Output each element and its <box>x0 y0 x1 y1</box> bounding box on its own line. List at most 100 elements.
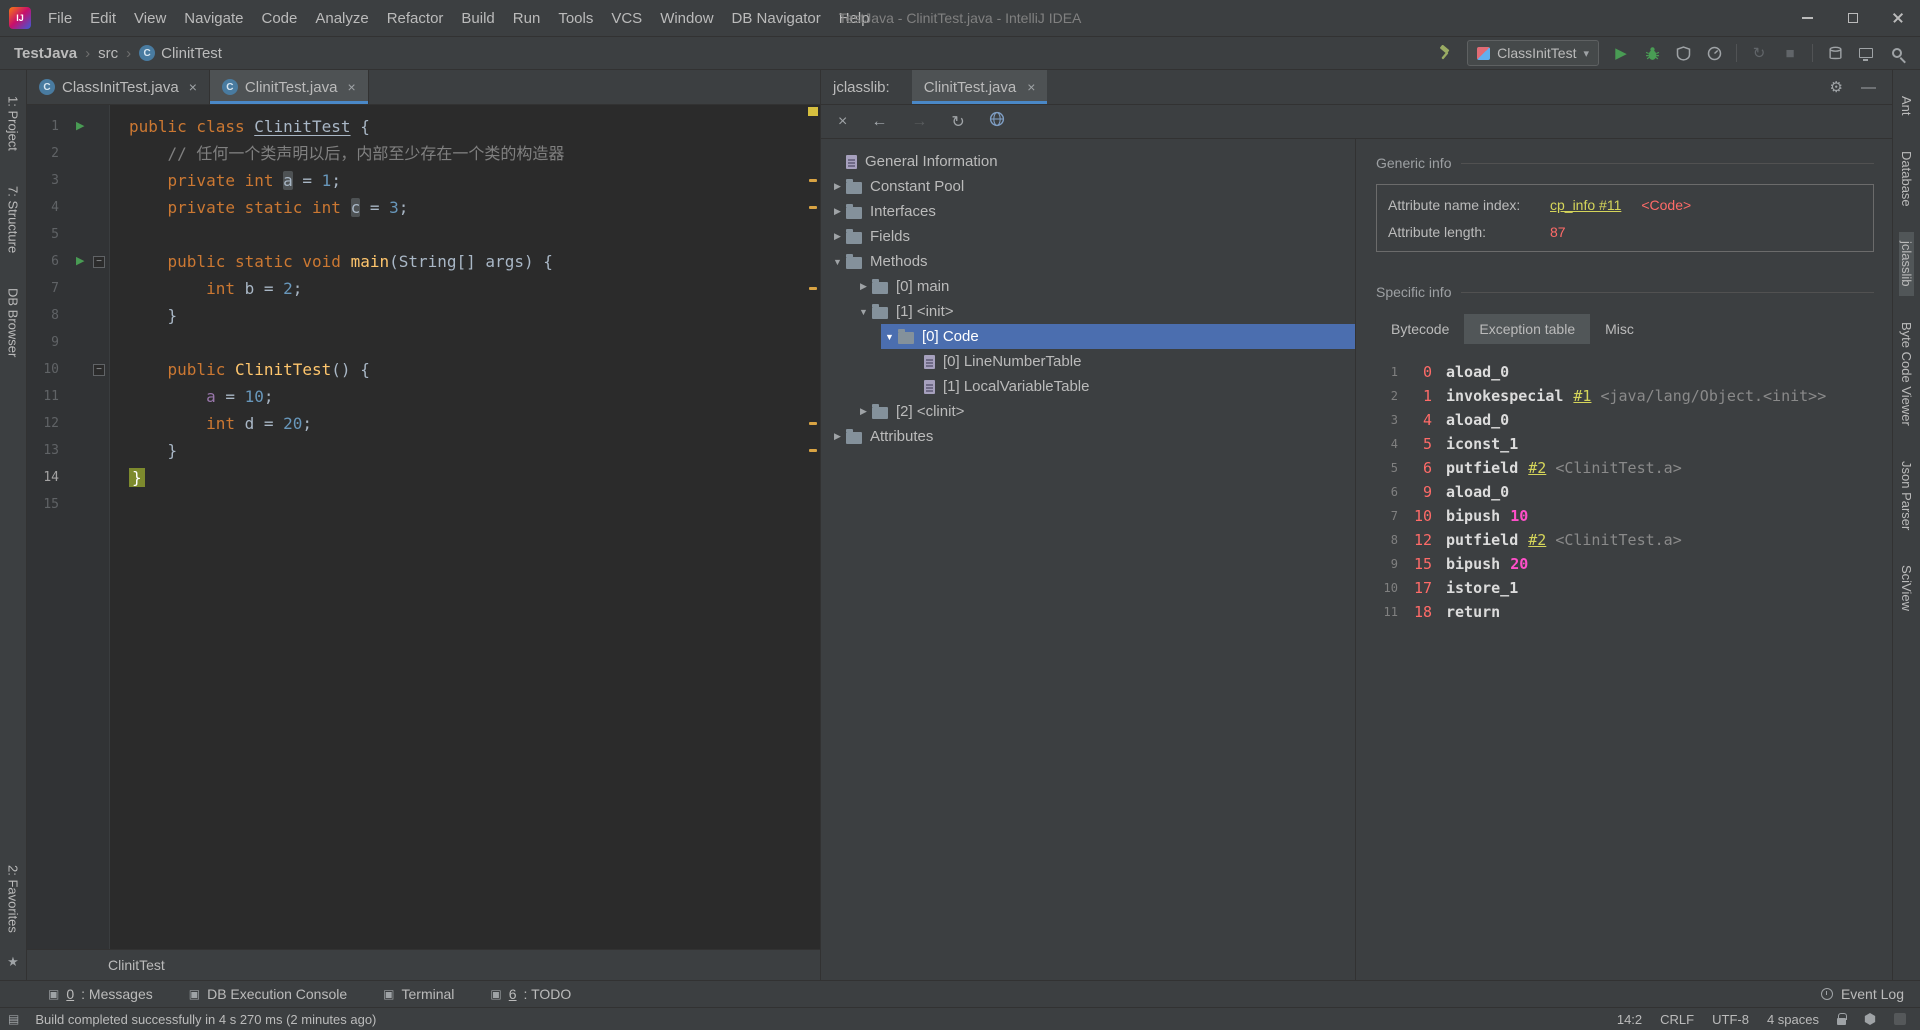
web-icon[interactable] <box>989 111 1005 132</box>
jclasslib-tab[interactable]: ClinitTest.java × <box>911 70 1048 104</box>
inspection-indicator-icon[interactable] <box>1864 1013 1876 1025</box>
tool-button-sciview[interactable]: SciView <box>1899 556 1914 620</box>
close-tab-icon[interactable]: × <box>1027 79 1035 95</box>
breadcrumb-project[interactable]: TestJava <box>14 45 77 62</box>
favorites-star-icon[interactable]: ★ <box>7 954 19 970</box>
profiler-button[interactable] <box>1705 43 1723 63</box>
tool-button-2-favorites[interactable]: 2: Favorites <box>6 856 21 942</box>
tree-item-interfaces[interactable]: ▶ Interfaces <box>821 199 1355 224</box>
close-button[interactable] <box>1875 0 1920 36</box>
line-number[interactable]: 8 <box>27 302 67 329</box>
minimize-button[interactable] <box>1785 0 1830 36</box>
stripe-warning-marker[interactable] <box>809 422 817 425</box>
fold-icon[interactable]: − <box>93 363 105 376</box>
chevron-right-icon[interactable]: ▶ <box>829 431 846 442</box>
line-number[interactable]: 7 <box>27 275 67 302</box>
tool-window-button-6-todo[interactable]: ▣ 6: TODO <box>490 986 571 1002</box>
stripe-warning-marker[interactable] <box>809 179 817 182</box>
run-icon[interactable]: ▶ <box>76 113 84 140</box>
tool-button-jclasslib[interactable]: jclasslib <box>1899 232 1914 296</box>
line-separator[interactable]: CRLF <box>1660 1012 1694 1027</box>
close-file-icon[interactable]: × <box>838 113 847 131</box>
tool-window-button-0-messages[interactable]: ▣ 0: Messages <box>48 986 153 1002</box>
indent-setting[interactable]: 4 spaces <box>1767 1012 1819 1027</box>
menu-item-run[interactable]: Run <box>504 10 550 27</box>
tree-item-general-information[interactable]: General Information <box>821 149 1355 174</box>
gear-icon[interactable]: ⚙ <box>1830 78 1843 96</box>
run-button[interactable]: ▶ <box>1612 43 1630 63</box>
tree-item-fields[interactable]: ▶ Fields <box>821 224 1355 249</box>
tool-window-switcher-icon[interactable]: ▤ <box>8 1012 19 1026</box>
menu-item-view[interactable]: View <box>125 10 175 27</box>
editor-tab-clinittest-java[interactable]: C ClinitTest.java × <box>209 70 369 104</box>
tool-button-byte-code-viewer[interactable]: Byte Code Viewer <box>1899 313 1914 435</box>
back-icon[interactable]: ← <box>871 113 887 131</box>
constant-pool-link[interactable]: #2 <box>1528 531 1546 549</box>
editor-tab-classinittest-java[interactable]: C ClassInitTest.java × <box>27 70 210 104</box>
run-config-select[interactable]: ClassInitTest ▾ <box>1467 40 1599 66</box>
stripe-warning-marker[interactable] <box>809 206 817 209</box>
menu-item-analyze[interactable]: Analyze <box>306 10 377 27</box>
search-everywhere-icon[interactable] <box>1888 43 1906 63</box>
chevron-right-icon[interactable]: ▶ <box>829 206 846 217</box>
menu-item-file[interactable]: File <box>39 10 81 27</box>
line-number[interactable]: 5 <box>27 221 67 248</box>
close-tab-icon[interactable]: × <box>189 79 197 95</box>
menu-item-db-navigator[interactable]: DB Navigator <box>723 10 830 27</box>
line-number[interactable]: 10 <box>27 356 67 383</box>
line-number[interactable]: 2 <box>27 140 67 167</box>
line-number[interactable]: 4 <box>27 194 67 221</box>
tree-item-1-localvariabletable[interactable]: [1] LocalVariableTable <box>821 374 1355 399</box>
debug-button[interactable] <box>1643 43 1661 63</box>
tree-item-constant-pool[interactable]: ▶ Constant Pool <box>821 174 1355 199</box>
menu-item-code[interactable]: Code <box>252 10 306 27</box>
tool-window-button-db-execution-console[interactable]: ▣ DB Execution Console <box>189 986 347 1002</box>
chevron-down-icon[interactable]: ▼ <box>855 307 872 317</box>
stop-button[interactable]: ■ <box>1781 43 1799 63</box>
line-number[interactable]: 12 <box>27 410 67 437</box>
tab-misc[interactable]: Misc <box>1590 314 1649 344</box>
maximize-button[interactable] <box>1830 0 1875 36</box>
line-number[interactable]: 3 <box>27 167 67 194</box>
forward-icon[interactable]: → <box>911 113 927 131</box>
tree-item-methods[interactable]: ▼ Methods <box>821 249 1355 274</box>
line-number[interactable]: 11 <box>27 383 67 410</box>
refresh-icon[interactable]: ↻ <box>951 112 964 132</box>
line-number[interactable]: 1 <box>27 113 67 140</box>
line-number[interactable]: 14 <box>27 464 67 491</box>
tree-item-0-main[interactable]: ▶ [0] main <box>821 274 1355 299</box>
tool-button-1-project[interactable]: 1: Project <box>6 87 21 160</box>
run-icon[interactable]: ▶ <box>76 248 84 275</box>
line-number[interactable]: 6 <box>27 248 67 275</box>
breadcrumb-src[interactable]: src <box>98 45 118 62</box>
stripe-warning-marker[interactable] <box>809 287 817 290</box>
event-log-button[interactable]: Event Log <box>1820 986 1904 1002</box>
editor[interactable]: 1 ▶ public class ClinitTest {2 // 任何一个类声明以… <box>27 105 820 949</box>
menu-item-window[interactable]: Window <box>651 10 722 27</box>
menu-item-vcs[interactable]: VCS <box>602 10 651 27</box>
menu-item-build[interactable]: Build <box>452 10 503 27</box>
tree-item-0-code[interactable]: ▼ [0] Code <box>821 324 1355 349</box>
file-encoding[interactable]: UTF-8 <box>1712 1012 1749 1027</box>
chevron-right-icon[interactable]: ▶ <box>855 406 872 417</box>
coverage-button[interactable] <box>1674 43 1692 63</box>
rerun-button[interactable]: ↻ <box>1750 43 1768 63</box>
line-number[interactable]: 9 <box>27 329 67 356</box>
menu-item-navigate[interactable]: Navigate <box>175 10 252 27</box>
chevron-down-icon[interactable]: ▼ <box>829 257 846 267</box>
tree-item-attributes[interactable]: ▶ Attributes <box>821 424 1355 449</box>
editor-breadcrumb[interactable]: ClinitTest <box>108 957 165 973</box>
hide-panel-icon[interactable]: — <box>1861 79 1876 96</box>
tab-exception-table[interactable]: Exception table <box>1464 314 1591 344</box>
menu-item-edit[interactable]: Edit <box>81 10 125 27</box>
tree-item-0-linenumbertable[interactable]: [0] LineNumberTable <box>821 349 1355 374</box>
corner-widget-icon[interactable] <box>1894 1013 1906 1025</box>
stripe-warning-marker[interactable] <box>809 449 817 452</box>
cp-info-link[interactable]: cp_info #11 <box>1550 197 1621 213</box>
error-stripe[interactable] <box>806 105 820 949</box>
status-message[interactable]: Build completed successfully in 4 s 270 … <box>35 1012 376 1027</box>
fold-icon[interactable]: − <box>93 255 105 268</box>
constant-pool-link[interactable]: #2 <box>1528 459 1546 477</box>
tool-windows-icon[interactable] <box>1857 43 1875 63</box>
breadcrumb-class[interactable]: ClinitTest <box>161 45 222 62</box>
